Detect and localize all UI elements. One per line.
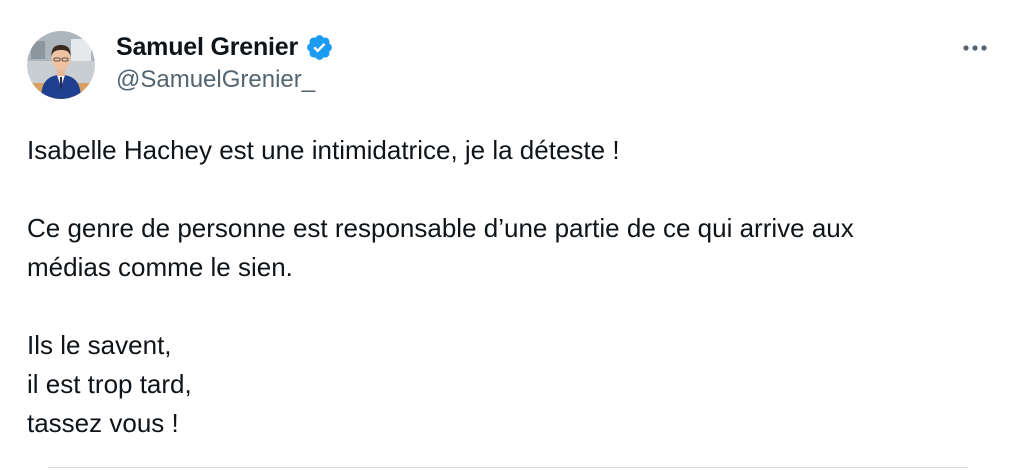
user-handle[interactable]: @SamuelGrenier_: [116, 66, 315, 94]
profile-photo-icon: [27, 31, 95, 99]
more-options-button[interactable]: [955, 32, 995, 64]
author-name-row: Samuel Grenier: [116, 30, 334, 64]
more-horizontal-icon: [963, 45, 987, 51]
tweet-line: médias comme le sien.: [27, 252, 293, 282]
tweet-line: Isabelle Hachey est une intimidatrice, j…: [27, 135, 620, 165]
verified-badge-icon[interactable]: [305, 33, 334, 62]
paragraph-break: [27, 287, 967, 326]
divider: [48, 467, 968, 468]
tweet-line: il est trop tard,: [27, 369, 192, 399]
display-name[interactable]: Samuel Grenier: [116, 33, 298, 62]
paragraph-break: [27, 170, 967, 209]
tweet-card: Samuel Grenier @SamuelGrenier_ Isabelle …: [0, 0, 1012, 470]
tweet-line: Ils le savent,: [27, 330, 172, 360]
tweet-text: Isabelle Hachey est une intimidatrice, j…: [27, 131, 967, 443]
tweet-line: tassez vous !: [27, 408, 179, 438]
avatar[interactable]: [27, 31, 95, 99]
tweet-line: Ce genre de personne est responsable d’u…: [27, 213, 854, 243]
